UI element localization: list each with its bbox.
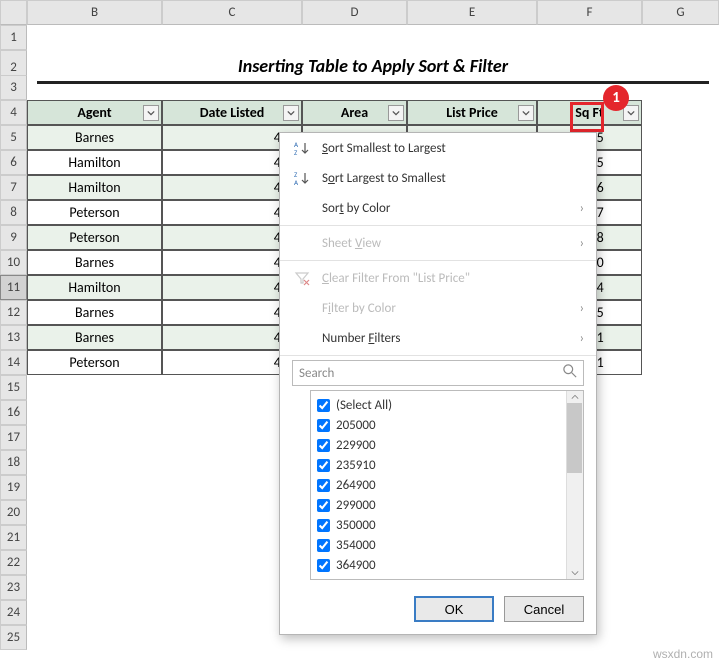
row-header[interactable]: 5 <box>0 125 27 150</box>
table-header-agent: Agent <box>27 100 162 125</box>
table-header-sqft: Sq Ft <box>537 100 642 125</box>
table-cell-agent[interactable]: Barnes <box>27 250 162 275</box>
svg-text:Z: Z <box>294 148 298 156</box>
filter-value-checkbox[interactable] <box>317 399 330 412</box>
row-header[interactable]: 8 <box>0 200 27 225</box>
chevron-right-icon: › <box>580 331 584 346</box>
filter-value-checkbox[interactable] <box>317 539 330 552</box>
col-header[interactable]: F <box>537 0 642 25</box>
table-header-date: Date Listed <box>162 100 302 125</box>
filter-button-sqft[interactable] <box>623 105 639 121</box>
row-header[interactable]: 19 <box>0 475 27 500</box>
row-header[interactable]: 11 <box>0 275 27 300</box>
row-header[interactable]: 16 <box>0 400 27 425</box>
col-header[interactable]: E <box>407 0 537 25</box>
row-header[interactable]: 12 <box>0 300 27 325</box>
filter-value-item[interactable]: 205000 <box>317 415 583 435</box>
filter-value-checkbox[interactable] <box>317 479 330 492</box>
table-header-price: List Price <box>407 100 537 125</box>
filter-value-item[interactable]: 264900 <box>317 475 583 495</box>
filter-button-area[interactable] <box>388 105 404 121</box>
filter-button-price[interactable] <box>518 105 534 121</box>
filter-button-date[interactable] <box>283 105 299 121</box>
row-header[interactable]: 22 <box>0 550 27 575</box>
row-header[interactable]: 6 <box>0 150 27 175</box>
row-header[interactable]: 20 <box>0 500 27 525</box>
row-header[interactable]: 15 <box>0 375 27 400</box>
sort-asc-icon: AZ <box>292 140 312 156</box>
col-header[interactable]: C <box>162 0 302 25</box>
row-header[interactable]: 1 <box>0 25 27 50</box>
row-header[interactable]: 10 <box>0 250 27 275</box>
col-header[interactable]: B <box>27 0 162 25</box>
row-header[interactable]: 18 <box>0 450 27 475</box>
sort-ascending-item[interactable]: AZ Sort Smallest to Largest <box>280 133 596 163</box>
row-header[interactable]: 14 <box>0 350 27 375</box>
filter-by-color-item: Filter by Color › <box>280 293 596 323</box>
filter-value-item[interactable]: 235910 <box>317 455 583 475</box>
filter-value-item[interactable]: 354000 <box>317 535 583 555</box>
sheet-view-item: Sheet View › <box>280 228 596 258</box>
filter-search-input[interactable]: Search <box>292 360 584 386</box>
row-header[interactable]: 25 <box>0 625 27 650</box>
filter-value-checkbox[interactable] <box>317 439 330 452</box>
filter-value-item[interactable]: (Select All) <box>317 395 583 415</box>
filter-value-checkbox[interactable] <box>317 499 330 512</box>
scrollbar[interactable] <box>566 391 583 579</box>
scroll-up-icon[interactable] <box>566 391 583 403</box>
search-icon <box>563 364 577 382</box>
clear-filter-item: Clear Filter From "List Price" <box>280 263 596 293</box>
sort-descending-item[interactable]: ZA Sort Largest to Smallest <box>280 163 596 193</box>
table-cell-agent[interactable]: Peterson <box>27 225 162 250</box>
table-cell-agent[interactable]: Hamilton <box>27 275 162 300</box>
filter-values-list[interactable]: (Select All)2050002299002359102649002990… <box>310 390 584 580</box>
table-cell-agent[interactable]: Barnes <box>27 125 162 150</box>
row-header[interactable]: 3 <box>0 75 27 100</box>
table-cell-agent[interactable]: Peterson <box>27 350 162 375</box>
cancel-button[interactable]: Cancel <box>504 596 584 622</box>
select-all-corner[interactable] <box>0 0 27 25</box>
filter-value-checkbox[interactable] <box>317 419 330 432</box>
row-header[interactable]: 23 <box>0 575 27 600</box>
table-cell-agent[interactable]: Barnes <box>27 325 162 350</box>
row-header[interactable]: 9 <box>0 225 27 250</box>
row-header[interactable]: 21 <box>0 525 27 550</box>
filter-value-checkbox[interactable] <box>317 519 330 532</box>
row-header[interactable]: 7 <box>0 175 27 200</box>
filter-value-checkbox[interactable] <box>317 559 330 572</box>
filter-value-item[interactable]: 299000 <box>317 495 583 515</box>
filter-dropdown-menu: AZ Sort Smallest to Largest ZA Sort Larg… <box>279 132 597 635</box>
row-header[interactable]: 13 <box>0 325 27 350</box>
sort-asc-label: ort Smallest to Largest <box>328 141 446 156</box>
table-cell-agent[interactable]: Barnes <box>27 300 162 325</box>
table-cell-agent[interactable]: Hamilton <box>27 150 162 175</box>
scroll-down-icon[interactable] <box>566 567 583 579</box>
table-cell-agent[interactable]: Peterson <box>27 200 162 225</box>
row-header[interactable]: 17 <box>0 425 27 450</box>
svg-text:A: A <box>294 178 299 186</box>
dialog-buttons: OK Cancel <box>280 588 596 634</box>
sort-by-color-item[interactable]: Sort by Color › <box>280 193 596 223</box>
table-header-area: Area <box>302 100 407 125</box>
col-header[interactable]: G <box>642 0 719 25</box>
ok-button[interactable]: OK <box>414 596 494 622</box>
filter-value-item[interactable]: 350000 <box>317 515 583 535</box>
row-header[interactable]: 24 <box>0 600 27 625</box>
col-header[interactable]: D <box>302 0 407 25</box>
watermark: wsxdn.com <box>653 647 713 661</box>
filter-value-item[interactable]: 229900 <box>317 435 583 455</box>
filter-value-item[interactable]: 364900 <box>317 555 583 575</box>
clear-filter-icon <box>292 270 312 286</box>
sort-desc-icon: ZA <box>292 170 312 186</box>
filter-value-checkbox[interactable] <box>317 459 330 472</box>
filter-button-agent[interactable] <box>143 105 159 121</box>
row-header[interactable]: 4 <box>0 100 27 125</box>
number-filters-item[interactable]: Number Filters › <box>280 323 596 353</box>
chevron-right-icon: › <box>580 201 584 216</box>
table-cell-agent[interactable]: Hamilton <box>27 175 162 200</box>
